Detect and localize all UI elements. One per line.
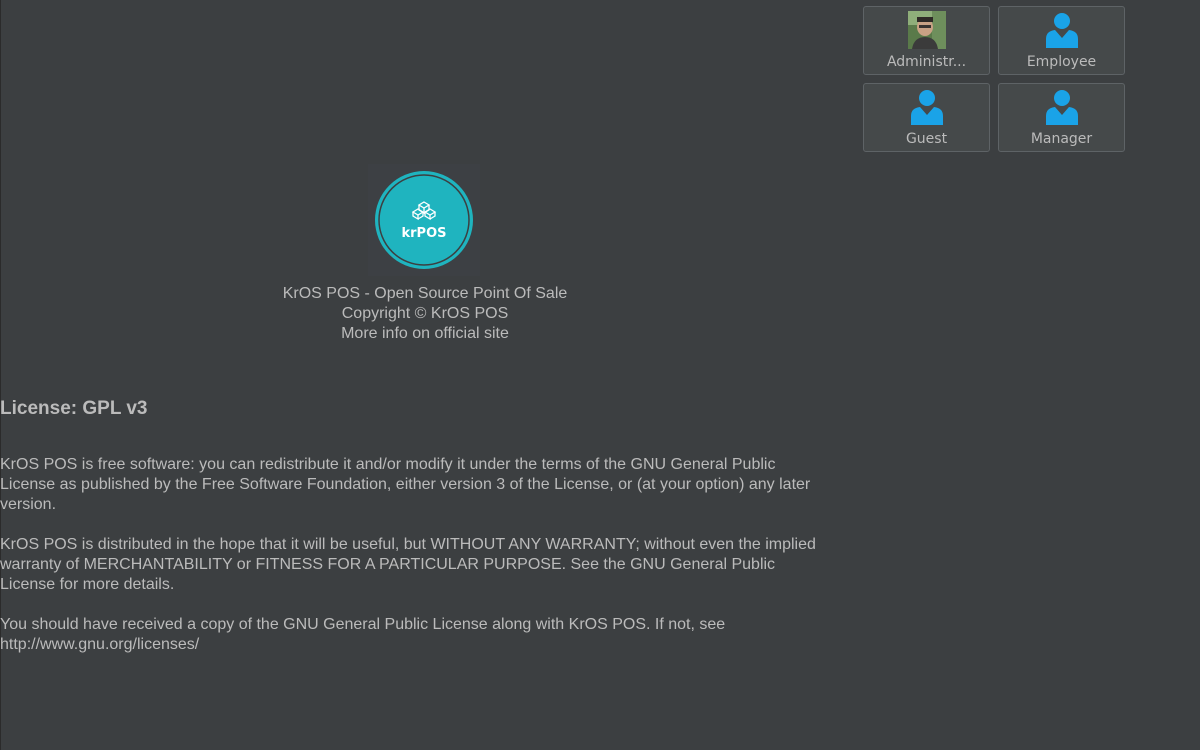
- logo-text: krPOS: [402, 226, 447, 241]
- about-copyright: Copyright © KrOS POS: [341, 305, 509, 322]
- license-section: License: GPL v3 KrOS POS is free softwar…: [0, 397, 830, 675]
- user-label: Employee: [1026, 54, 1097, 70]
- admin-photo-avatar: [907, 11, 946, 49]
- license-paragraph: You should have received a copy of the G…: [0, 616, 726, 653]
- user-label: Manager: [1030, 131, 1093, 147]
- person-icon: [908, 88, 946, 126]
- user-label: Administr...: [886, 54, 967, 70]
- about-info: KrOS POS - Open Source Point Of Sale Cop…: [225, 284, 625, 344]
- user-selection-grid: Administr... Employee Guest Manager: [863, 6, 1128, 154]
- user-label: Guest: [905, 131, 948, 147]
- krpos-logo: krPOS: [368, 164, 480, 276]
- user-button-employee[interactable]: Employee: [998, 6, 1125, 75]
- license-paragraph: KrOS POS is distributed in the hope that…: [0, 536, 816, 593]
- user-button-manager[interactable]: Manager: [998, 83, 1125, 152]
- person-icon: [1043, 11, 1081, 49]
- about-title: KrOS POS - Open Source Point Of Sale: [282, 285, 568, 302]
- user-button-guest[interactable]: Guest: [863, 83, 990, 152]
- license-paragraph: KrOS POS is free software: you can redis…: [0, 456, 811, 513]
- user-button-administrator[interactable]: Administr...: [863, 6, 990, 75]
- person-icon: [1043, 88, 1081, 126]
- license-title: License: GPL v3: [0, 398, 148, 419]
- official-site-link[interactable]: More info on official site: [225, 324, 625, 344]
